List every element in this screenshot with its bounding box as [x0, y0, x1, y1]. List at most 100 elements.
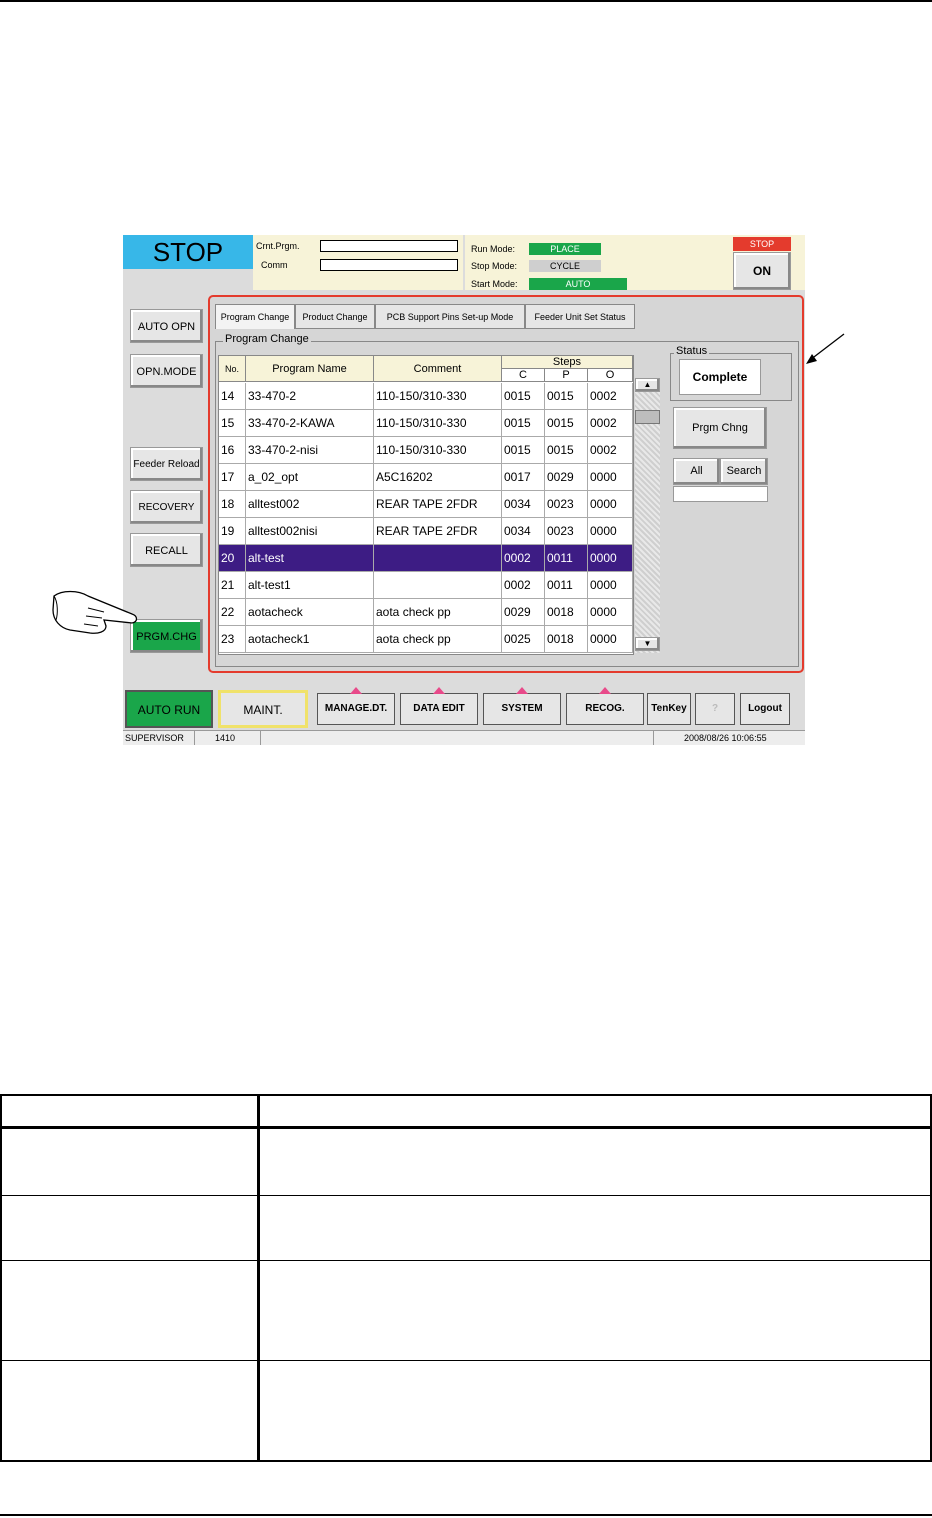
- cell-name: 33-470-2-KAWA: [246, 410, 374, 437]
- cell-comment: [374, 572, 502, 599]
- program-table: No. Program Name Comment Steps C P O 14 3…: [218, 355, 634, 655]
- comm-label: Comm: [261, 260, 288, 270]
- cell-name: a_02_opt: [246, 464, 374, 491]
- col-header-p: P: [545, 369, 588, 382]
- header-program-area: Crnt.Prgm. Comm: [253, 235, 463, 290]
- cell-name: alt-test: [246, 545, 374, 572]
- auto-opn-button[interactable]: AUTO OPN: [130, 309, 203, 343]
- cell-p: 0018: [545, 599, 588, 626]
- tenkey-button[interactable]: TenKey: [647, 693, 691, 725]
- table-row[interactable]: 22 aotacheck aota check pp 0029 0018 0000: [219, 599, 633, 626]
- cell-no: 16: [219, 437, 246, 464]
- logout-button[interactable]: Logout: [740, 693, 790, 725]
- cell-o: 0002: [588, 410, 633, 437]
- manage-dt-button[interactable]: MANAGE.DT.: [317, 687, 395, 725]
- table-row[interactable]: 23 aotacheck1 aota check pp 0025 0018 0000: [219, 626, 633, 653]
- cell-p: 0015: [545, 383, 588, 410]
- scroll-down-button[interactable]: ▼: [635, 637, 660, 651]
- cell-c: 0002: [502, 572, 545, 599]
- help-button[interactable]: ?: [695, 693, 735, 725]
- table-row: [2, 1261, 930, 1361]
- table-row[interactable]: 19 alltest002nisi REAR TAPE 2FDR 0034 0023 00…: [219, 518, 633, 545]
- cell-o: 0000: [588, 626, 633, 653]
- table-row: [2, 1196, 930, 1261]
- cell-name: aotacheck1: [246, 626, 374, 653]
- cell-p: 0018: [545, 626, 588, 653]
- crnt-prgm-label: Crnt.Prgm.: [256, 241, 300, 251]
- recall-button[interactable]: RECALL: [130, 533, 203, 567]
- status-indicator: STOP: [123, 235, 253, 269]
- cell-o: 0000: [588, 518, 633, 545]
- col-header-name: Program Name: [246, 356, 374, 382]
- start-mode-value: AUTO: [529, 278, 627, 290]
- start-mode-label: Start Mode:: [471, 279, 518, 289]
- stop-mode-value: CYCLE: [529, 260, 601, 272]
- cell-c: 0015: [502, 410, 545, 437]
- recovery-button[interactable]: RECOVERY: [130, 490, 203, 524]
- cell-comment: 110-150/310-330: [374, 437, 502, 464]
- cell-no: 19: [219, 518, 246, 545]
- recog-label: RECOG.: [585, 703, 625, 714]
- manage-dt-label: MANAGE.DT.: [324, 703, 388, 714]
- tab-product-change[interactable]: Product Change: [295, 304, 375, 329]
- tab-feeder-unit-status[interactable]: Feeder Unit Set Status: [525, 304, 635, 329]
- comm-field: [320, 259, 458, 271]
- feeder-reload-button[interactable]: Feeder Reload: [130, 447, 203, 481]
- on-button[interactable]: ON: [733, 252, 791, 290]
- cell-name: 33-470-2: [246, 383, 374, 410]
- col-header-o: O: [588, 369, 633, 382]
- table-row[interactable]: 16 33-470-2-nisi 110-150/310-330 0015 0015 00…: [219, 437, 633, 464]
- cell-c: 0017: [502, 464, 545, 491]
- tab-program-change[interactable]: Program Change: [215, 304, 295, 329]
- table-row[interactable]: 18 alltest002 REAR TAPE 2FDR 0034 0023 0000: [219, 491, 633, 518]
- table-row[interactable]: 20 alt-test 0002 0011 0000: [219, 545, 633, 572]
- cell-p: 0011: [545, 572, 588, 599]
- maint-button[interactable]: MAINT.: [218, 690, 308, 728]
- cell-no: 23: [219, 626, 246, 653]
- pointing-hand-icon: [52, 590, 138, 634]
- data-edit-button[interactable]: DATA EDIT: [400, 687, 478, 725]
- cell-comment: aota check pp: [374, 599, 502, 626]
- scroll-thumb[interactable]: [635, 410, 660, 424]
- search-button[interactable]: Search: [720, 458, 768, 485]
- prgm-chg-button[interactable]: PRGM.CHG: [130, 619, 203, 653]
- all-button[interactable]: All: [673, 458, 720, 485]
- table-row: [2, 1361, 930, 1460]
- cell-o: 0000: [588, 599, 633, 626]
- cell-o: 0000: [588, 572, 633, 599]
- cell-comment: REAR TAPE 2FDR: [374, 491, 502, 518]
- opn-mode-button[interactable]: OPN.MODE: [130, 354, 203, 388]
- scrollbar[interactable]: ▲ ▼: [635, 378, 660, 653]
- group-label: Program Change: [223, 333, 311, 345]
- cell-o: 0000: [588, 545, 633, 572]
- search-input[interactable]: [673, 486, 768, 502]
- header-on-area: STOP ON: [725, 235, 805, 290]
- cell-name: aotacheck: [246, 599, 374, 626]
- table-row[interactable]: 17 a_02_opt A5C16202 0017 0029 0000: [219, 464, 633, 491]
- system-button[interactable]: SYSTEM: [483, 687, 561, 725]
- cell-c: 0002: [502, 545, 545, 572]
- table-row[interactable]: 14 33-470-2 110-150/310-330 0015 0015 0002: [219, 383, 633, 410]
- cell-c: 0034: [502, 491, 545, 518]
- prgm-chng-button[interactable]: Prgm Chng: [673, 407, 767, 449]
- cell-c: 0025: [502, 626, 545, 653]
- stop-mode-label: Stop Mode:: [471, 261, 518, 271]
- table-row[interactable]: 15 33-470-2-KAWA 110-150/310-330 0015 0015 00…: [219, 410, 633, 437]
- cell-name: 33-470-2-nisi: [246, 437, 374, 464]
- cell-o: 0000: [588, 491, 633, 518]
- tab-pcb-support-pins[interactable]: PCB Support Pins Set-up Mode: [375, 304, 525, 329]
- cell-comment: 110-150/310-330: [374, 383, 502, 410]
- cell-comment: [374, 545, 502, 572]
- cell-comment: aota check pp: [374, 626, 502, 653]
- table-row[interactable]: 21 alt-test1 0002 0011 0000: [219, 572, 633, 599]
- recog-button[interactable]: RECOG.: [566, 687, 644, 725]
- auto-run-button[interactable]: AUTO RUN: [125, 690, 213, 728]
- cell-name: alltest002nisi: [246, 518, 374, 545]
- scroll-up-button[interactable]: ▲: [635, 378, 660, 392]
- cell-no: 20: [219, 545, 246, 572]
- cell-c: 0015: [502, 383, 545, 410]
- system-label: SYSTEM: [501, 703, 543, 714]
- program-change-panel: Program Change Product Change PCB Suppor…: [208, 295, 804, 673]
- cell-o: 0002: [588, 437, 633, 464]
- recog-indicator: [599, 687, 611, 694]
